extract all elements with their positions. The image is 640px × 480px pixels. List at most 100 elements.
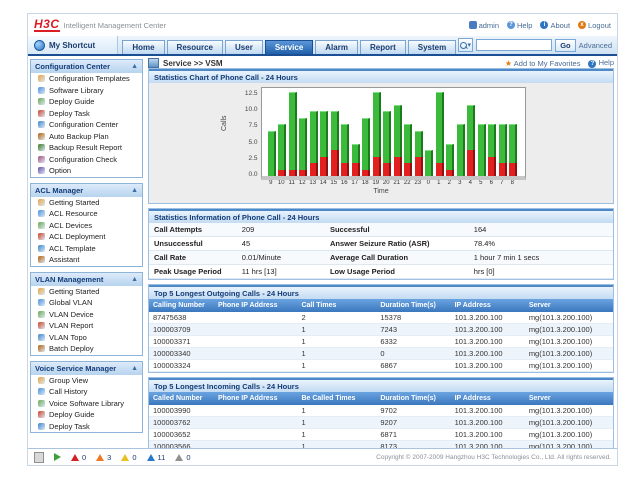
alarm-warning[interactable]: 11 — [147, 453, 166, 462]
my-shortcut[interactable]: My Shortcut — [28, 36, 118, 54]
sidebar-item-deploy-guide[interactable]: Deploy Guide — [31, 409, 142, 421]
tab-user[interactable]: User — [225, 40, 263, 54]
column-header-call-times[interactable]: Call Times — [297, 299, 376, 312]
userlink-about[interactable]: iAbout — [540, 21, 570, 30]
cell-server[interactable]: mg(101.3.200.100) — [525, 441, 613, 449]
sidebar-item-configuration-check[interactable]: Configuration Check — [31, 154, 142, 166]
column-header-be-called-times[interactable]: Be Called Times — [297, 392, 376, 405]
tab-system[interactable]: System — [408, 40, 456, 54]
cell-calling-number[interactable]: 100003324 — [149, 360, 214, 372]
sidebar-item-option[interactable]: Option — [31, 165, 142, 177]
column-header-calling-number[interactable]: Calling Number — [149, 299, 214, 312]
userlink-help[interactable]: ?Help — [507, 21, 532, 30]
tab-resource[interactable]: Resource — [167, 40, 223, 54]
sidebar-item-configuration-center[interactable]: Configuration Center — [31, 119, 142, 131]
sidebar-item-deploy-task[interactable]: Deploy Task — [31, 421, 142, 433]
sidebar-header-voice-service-manager[interactable]: Voice Service Manager▲ — [31, 362, 142, 375]
sidebar-item-label: Deploy Guide — [49, 410, 94, 419]
sidebar-item-acl-template[interactable]: ACL Template — [31, 243, 142, 255]
cell-called-number[interactable]: 100003566 — [149, 441, 214, 449]
acl-devices-icon — [38, 222, 45, 229]
cell-server[interactable]: mg(101.3.200.100) — [525, 312, 613, 324]
sidebar-item-group-view[interactable]: Group View — [31, 375, 142, 387]
column-header-ip-address[interactable]: IP Address — [451, 299, 525, 312]
cell-called-number[interactable]: 100003990 — [149, 405, 214, 417]
column-header-server[interactable]: Server — [525, 392, 613, 405]
current-user[interactable]: admin — [469, 21, 499, 30]
cell-calling-number[interactable]: 100003709 — [149, 324, 214, 336]
add-to-favorites-link[interactable]: ★ Add to My Favorites — [505, 59, 581, 68]
column-header-server[interactable]: Server — [525, 299, 613, 312]
sidebar-header-vlan-management[interactable]: VLAN Management▲ — [31, 273, 142, 286]
tab-service[interactable]: Service — [265, 40, 313, 54]
collapse-icon[interactable]: ▲ — [131, 187, 138, 194]
sidebar-item-global-vlan[interactable]: Global VLAN — [31, 297, 142, 309]
page-help-link[interactable]: ? Help — [588, 58, 614, 68]
sidebar-item-vlan-device[interactable]: VLAN Device — [31, 309, 142, 321]
search-input[interactable] — [476, 39, 552, 51]
sidebar-item-configuration-templates[interactable]: Configuration Templates — [31, 73, 142, 85]
column-header-called-number[interactable]: Called Number — [149, 392, 214, 405]
sidebar-item-getting-started[interactable]: Getting Started — [31, 197, 142, 209]
sidebar-item-getting-started[interactable]: Getting Started — [31, 286, 142, 298]
alarm-critical[interactable]: 0 — [71, 453, 86, 462]
cell-ip-address: 101.3.200.100 — [451, 405, 525, 417]
tab-alarm[interactable]: Alarm — [315, 40, 358, 54]
userlink-logout[interactable]: xLogout — [578, 21, 611, 30]
cell-server[interactable]: mg(101.3.200.100) — [525, 417, 613, 429]
cell-server[interactable]: mg(101.3.200.100) — [525, 405, 613, 417]
column-header-ip-address[interactable]: IP Address — [451, 392, 525, 405]
sidebar-item-acl-deployment[interactable]: ACL Deployment — [31, 231, 142, 243]
column-header-duration-time-s[interactable]: Duration Time(s) — [376, 299, 450, 312]
sidebar-header-configuration-center[interactable]: Configuration Center▲ — [31, 60, 142, 73]
cell-calling-number[interactable]: 87475638 — [149, 312, 214, 324]
cell-server[interactable]: mg(101.3.200.100) — [525, 429, 613, 441]
advanced-search-link[interactable]: Advanced — [579, 41, 612, 50]
cell-phone-ip-address — [214, 336, 298, 348]
cell-calling-number[interactable]: 100003371 — [149, 336, 214, 348]
sidebar-item-deploy-task[interactable]: Deploy Task — [31, 108, 142, 120]
sidebar-item-vlan-topo[interactable]: VLAN Topo — [31, 332, 142, 344]
sidebar-item-vlan-report[interactable]: VLAN Report — [31, 320, 142, 332]
cell-server[interactable]: mg(101.3.200.100) — [525, 360, 613, 372]
cell-calling-number[interactable]: 100003340 — [149, 348, 214, 360]
sidebar-item-auto-backup-plan[interactable]: Auto Backup Plan — [31, 131, 142, 143]
sidebar-item-label: Auto Backup Plan — [49, 132, 109, 141]
alarm-major[interactable]: 3 — [96, 453, 111, 462]
column-header-phone-ip-address[interactable]: Phone IP Address — [214, 299, 298, 312]
tab-report[interactable]: Report — [360, 40, 406, 54]
sidebar-item-label: Getting Started — [49, 287, 99, 296]
column-header-phone-ip-address[interactable]: Phone IP Address — [214, 392, 298, 405]
collapse-icon[interactable]: ▲ — [131, 63, 138, 70]
cell-server[interactable]: mg(101.3.200.100) — [525, 336, 613, 348]
tab-home[interactable]: Home — [122, 40, 164, 54]
search-scope-dropdown[interactable]: ▾ — [458, 38, 473, 52]
sidebar-item-deploy-guide[interactable]: Deploy Guide — [31, 96, 142, 108]
alarm-info[interactable]: 0 — [175, 453, 190, 462]
collapse-icon[interactable]: ▲ — [131, 276, 138, 283]
table-row: 10000334010101.3.200.100mg(101.3.200.100… — [149, 348, 613, 360]
sidebar-item-assistant[interactable]: Assistant — [31, 254, 142, 266]
sidebar-item-software-library[interactable]: Software Library — [31, 85, 142, 97]
cell-called-number[interactable]: 100003762 — [149, 417, 214, 429]
sidebar-item-voice-software-library[interactable]: Voice Software Library — [31, 398, 142, 410]
chart-plot — [261, 87, 526, 180]
alarm-minor[interactable]: 0 — [121, 453, 136, 462]
cell-called-number[interactable]: 100003652 — [149, 429, 214, 441]
column-header-duration-time-s[interactable]: Duration Time(s) — [376, 392, 450, 405]
stat-label-successful: Successful — [330, 225, 474, 234]
sidebar-item-acl-resource[interactable]: ACL Resource — [31, 208, 142, 220]
sidebar-item-batch-deploy[interactable]: Batch Deploy — [31, 343, 142, 355]
collapse-icon[interactable]: ▲ — [131, 365, 138, 372]
x-tick-12: 12 — [297, 180, 308, 186]
sidebar-header-acl-manager[interactable]: ACL Manager▲ — [31, 184, 142, 197]
sidebar-item-acl-devices[interactable]: ACL Devices — [31, 220, 142, 232]
bar-group-hour-4 — [466, 105, 477, 177]
arrow-icon[interactable] — [54, 453, 61, 461]
page-icon[interactable] — [34, 452, 44, 463]
cell-server[interactable]: mg(101.3.200.100) — [525, 348, 613, 360]
cell-server[interactable]: mg(101.3.200.100) — [525, 324, 613, 336]
sidebar-item-call-history[interactable]: Call History — [31, 386, 142, 398]
sidebar-item-backup-result-report[interactable]: Backup Result Report — [31, 142, 142, 154]
search-go-button[interactable]: Go — [555, 39, 575, 52]
